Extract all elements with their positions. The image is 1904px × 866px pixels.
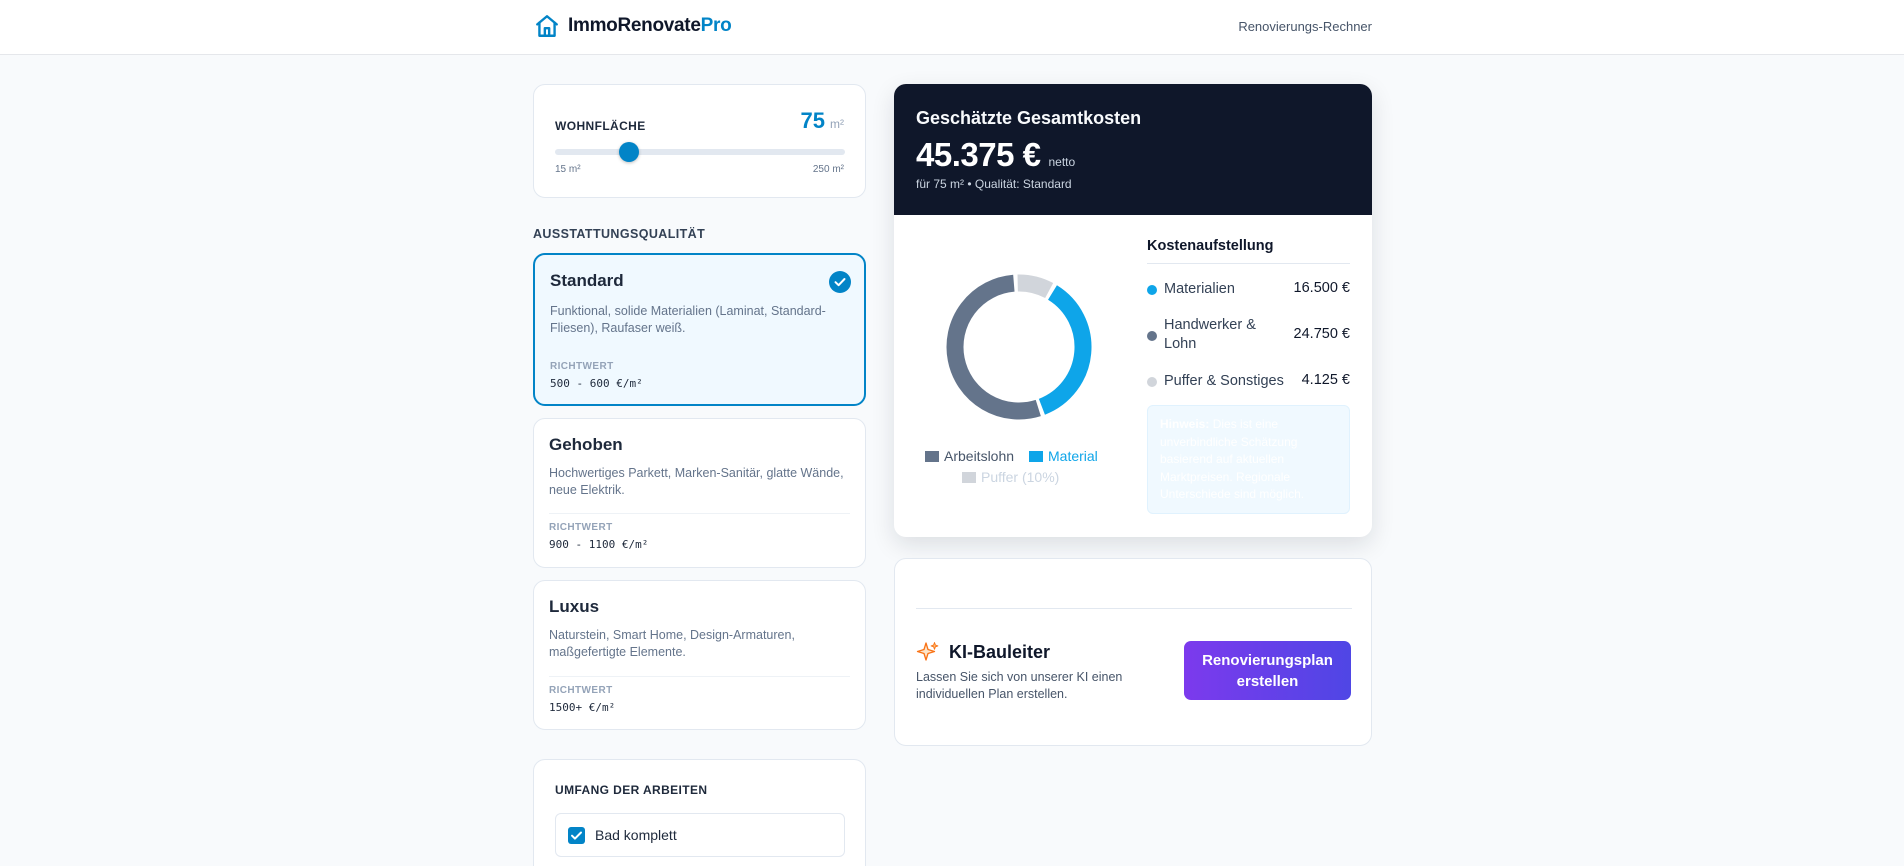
living-area-number: 75 [800,108,825,133]
brand-logo[interactable]: ImmoRenovatePro [534,13,732,39]
brand-name: ImmoRenovatePro [568,15,732,36]
breakdown-value: 24.750 € [1293,326,1350,342]
scope-of-work-card: UMFANG DER ARBEITEN Bad komplett [533,759,866,866]
quality-range: 900 - 1100 €/m² [549,538,649,551]
breakdown-label: Handwerker & Lohn [1164,317,1256,352]
total-cost-subtitle: für 75 m² • Qualität: Standard [916,177,1072,191]
living-area-value: 75 m² [801,108,844,134]
labor-dot [1147,331,1157,341]
quality-option-gehoben[interactable]: Gehoben Hochwertiges Parkett, Marken-San… [533,418,866,568]
slider-min-label: 15 m² [555,164,581,175]
legend-label: Puffer (10%) [981,469,1060,485]
ai-planner-card: KI-Bauleiter Lassen Sie sich von unserer… [894,558,1372,746]
breakdown-label: Puffer & Sonstiges [1164,373,1284,389]
slider-thumb[interactable] [619,142,640,162]
quality-title: Gehoben [549,435,623,454]
donut-slice-material[interactable] [1038,285,1092,415]
breakdown-label: Materialien [1164,281,1235,297]
scope-heading: UMFANG DER ARBEITEN [555,783,708,797]
quality-description: Hochwertiges Parkett, Marken-Sanitär, gl… [549,466,844,497]
quality-description: Funktional, solide Materialien (Laminat,… [550,304,826,335]
slider-max-label: 250 m² [812,164,844,175]
scope-item-label: Bad komplett [595,827,677,843]
legend-swatch [925,450,939,462]
buffer-dot [1147,377,1157,387]
quality-description: Naturstein, Smart Home, Design-Armaturen… [549,628,795,659]
chart-legend-item[interactable]: Puffer (10%) [962,469,1059,485]
breakdown-divider [1147,263,1350,264]
living-area-card: WOHNFLÄCHE 75 m² 15 m² 250 m² [533,84,866,198]
ai-title-row: KI-Bauleiter [916,640,1050,664]
hint-strong: Hinweis: [1160,417,1210,431]
legend-label: Material [1048,448,1098,464]
quality-title: Luxus [549,597,600,616]
sparkles-icon [916,642,939,661]
quality-range: 1500+ €/m² [549,701,616,714]
quality-range: 500 - 600 €/m² [550,377,643,390]
legend-label: Arbeitslohn [944,448,1015,464]
breakdown-row-materials: Materialien 16.500 € [1147,280,1350,300]
ai-card-divider [916,608,1352,609]
nav-link-calculator[interactable]: Renovierungs-Rechner [1238,19,1372,34]
house-icon [536,15,558,37]
checkbox-checked-icon[interactable] [568,827,585,844]
legend-swatch [1029,450,1043,462]
total-cost-title: Geschätzte Gesamtkosten [916,108,1142,128]
total-cost-row: 45.375 € netto [916,136,1075,174]
quality-range-label: RICHTWERT [550,361,614,372]
total-cost-amount: 45.375 € [916,136,1041,173]
quality-section-heading: AUSSTATTUNGSQUALITÄT [533,227,706,241]
chart-legend-item[interactable]: Arbeitslohn [925,448,1014,464]
donut-slice-labor[interactable] [946,274,1041,420]
total-cost-suffix: netto [1048,155,1076,169]
quality-option-luxus[interactable]: Luxus Naturstein, Smart Home, Design-Arm… [533,580,866,730]
create-renovation-plan-button[interactable]: Renovierungsplan erstellen [1184,641,1351,700]
quality-range-label: RICHTWERT [549,685,613,696]
cost-donut-chart [946,274,1092,420]
cost-summary-header: Geschätzte Gesamtkosten 45.375 € netto f… [894,84,1372,215]
quality-divider [549,676,850,677]
ai-title: KI-Bauleiter [949,641,1051,662]
legend-swatch [962,471,976,483]
chart-legend-item[interactable]: Material [1029,448,1098,464]
breakdown-value: 16.500 € [1293,280,1350,296]
quality-title: Standard [550,271,624,290]
estimate-hint: Hinweis: Dies ist eine unverbindliche Sc… [1147,405,1350,514]
quality-option-standard[interactable]: Standard Funktional, solide Materialien … [533,253,866,406]
quality-range-label: RICHTWERT [549,522,613,533]
donut-slice-buffer[interactable] [1017,274,1054,299]
check-icon [829,271,851,293]
cost-summary-card: Geschätzte Gesamtkosten 45.375 € netto f… [894,84,1372,537]
breakdown-title: Kostenaufstellung [1147,238,1274,254]
breakdown-row-buffer: Puffer & Sonstiges 4.125 € [1147,372,1350,392]
top-navigation-bar: ImmoRenovatePro Renovierungs-Rechner [0,0,1904,55]
living-area-slider[interactable] [555,142,845,162]
breakdown-row-labor: Handwerker & Lohn 24.750 € [1147,316,1350,356]
materials-dot [1147,285,1157,295]
living-area-label: WOHNFLÄCHE [555,119,646,133]
ai-description: Lassen Sie sich von unserer KI einen ind… [916,670,1123,701]
quality-divider [549,513,850,514]
scope-item-bad-komplett[interactable]: Bad komplett [555,813,845,857]
breakdown-value: 4.125 € [1301,372,1350,388]
living-area-unit: m² [830,117,844,131]
